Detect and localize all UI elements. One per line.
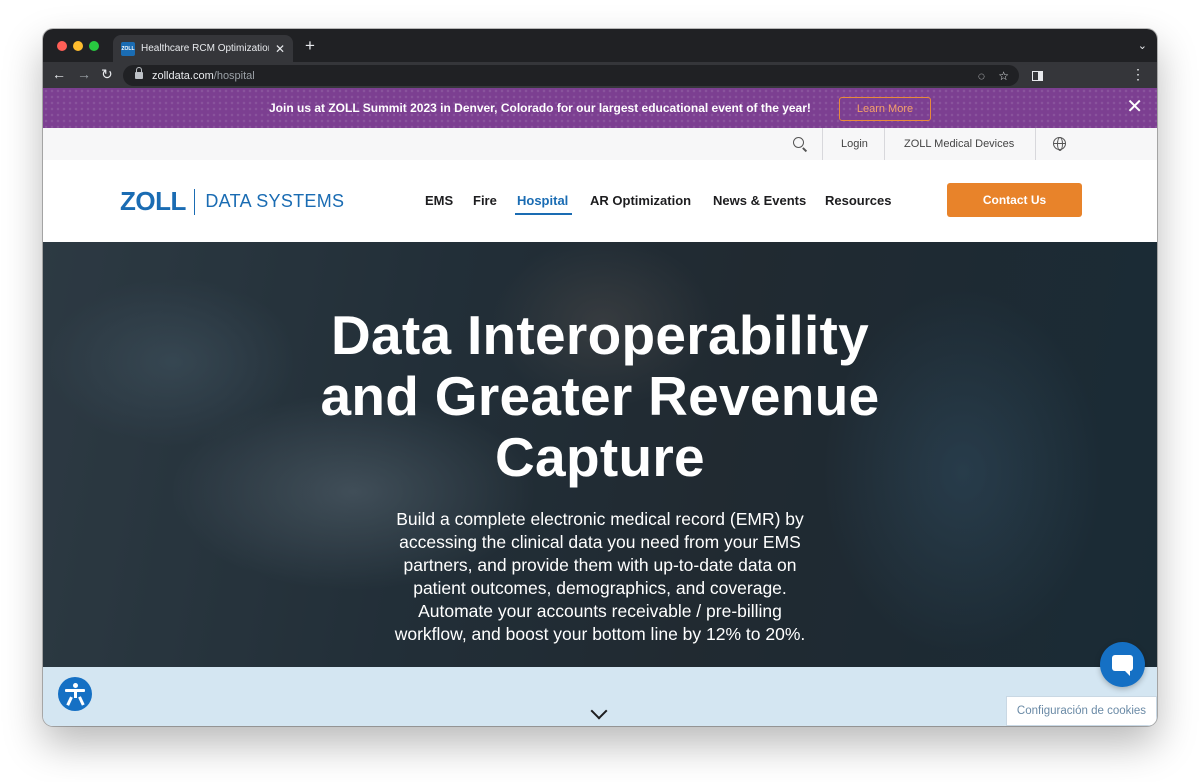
- zoll-logo[interactable]: ZOLL DATA SYSTEMS: [120, 186, 344, 217]
- nav-item-ar-optimization[interactable]: AR Optimization: [590, 193, 691, 208]
- nav-item-fire[interactable]: Fire: [473, 193, 497, 208]
- learn-more-button[interactable]: Learn More: [839, 97, 931, 121]
- new-tab-button[interactable]: +: [305, 37, 315, 54]
- lock-icon[interactable]: [135, 67, 143, 80]
- divider: [822, 128, 823, 160]
- promo-banner: Join us at ZOLL Summit 2023 in Denver, C…: [43, 88, 1157, 128]
- tab-search-chevron-icon[interactable]: ⌄: [1138, 39, 1147, 52]
- minimize-window-button[interactable]: [73, 41, 83, 51]
- reload-button[interactable]: ↻: [101, 66, 113, 82]
- login-link[interactable]: Login: [841, 138, 868, 150]
- hero-title: Data Interoperability and Greater Revenu…: [320, 304, 880, 488]
- browser-window: ZOLL Healthcare RCM Optimization | ✕ + ⌄…: [43, 29, 1157, 726]
- contact-us-button[interactable]: Contact Us: [947, 183, 1082, 217]
- zoll-medical-devices-link[interactable]: ZOLL Medical Devices: [904, 138, 1014, 150]
- side-panel-icon[interactable]: [1032, 71, 1043, 81]
- chevron-down-icon[interactable]: [590, 702, 608, 720]
- cookie-settings-button[interactable]: Configuración de cookies: [1006, 696, 1157, 726]
- scroll-band: [43, 667, 1157, 726]
- nav-item-news-events[interactable]: News & Events: [713, 193, 806, 208]
- hero-description: Build a complete electronic medical reco…: [394, 509, 806, 644]
- promo-text: Join us at ZOLL Summit 2023 in Denver, C…: [269, 101, 811, 115]
- close-icon[interactable]: ✕: [1126, 97, 1143, 117]
- forward-button[interactable]: →: [77, 66, 91, 82]
- logo-zoll-text: ZOLL: [120, 186, 186, 216]
- nav-item-ems[interactable]: EMS: [425, 193, 453, 208]
- browser-toolbar: ← → ↻ zolldata.com/hospital ◌ ☆ ⋮: [43, 62, 1157, 88]
- tab-strip: ZOLL Healthcare RCM Optimization | ✕ + ⌄: [43, 29, 1157, 62]
- url-host: zolldata.com: [152, 69, 214, 82]
- logo-divider: [193, 188, 196, 215]
- favicon-icon: ZOLL: [121, 41, 135, 56]
- browser-menu-icon[interactable]: ⋮: [1131, 67, 1145, 81]
- utility-bar: Login ZOLL Medical Devices: [43, 128, 1157, 160]
- hero-section: Data Interoperability and Greater Revenu…: [43, 242, 1157, 667]
- accessibility-button[interactable]: [58, 677, 92, 711]
- nav-item-hospital[interactable]: Hospital: [517, 193, 568, 208]
- chat-icon: [1112, 655, 1133, 676]
- bookmark-star-icon[interactable]: ☆: [998, 69, 1009, 83]
- divider: [1035, 128, 1036, 160]
- accessibility-icon: [73, 683, 78, 688]
- globe-icon[interactable]: [1053, 137, 1066, 151]
- eye-off-icon[interactable]: ◌: [978, 69, 985, 83]
- search-icon[interactable]: [793, 137, 804, 148]
- active-nav-underline: [515, 213, 572, 215]
- nav-item-resources[interactable]: Resources: [825, 193, 891, 208]
- close-window-button[interactable]: [57, 41, 67, 51]
- url-path: /hospital: [213, 69, 255, 82]
- browser-tab[interactable]: ZOLL Healthcare RCM Optimization | ✕: [113, 35, 293, 62]
- tab-title: Healthcare RCM Optimization |: [141, 43, 269, 54]
- divider: [884, 128, 885, 160]
- maximize-window-button[interactable]: [89, 41, 99, 51]
- logo-subtitle: DATA SYSTEMS: [205, 191, 345, 211]
- chat-button[interactable]: [1100, 642, 1145, 687]
- site-header: ZOLL DATA SYSTEMS EMS Fire Hospital AR O…: [43, 160, 1157, 242]
- back-button[interactable]: ←: [52, 66, 66, 82]
- tab-close-icon[interactable]: ✕: [275, 42, 285, 56]
- address-bar[interactable]: zolldata.com/hospital ◌ ☆: [123, 65, 1019, 86]
